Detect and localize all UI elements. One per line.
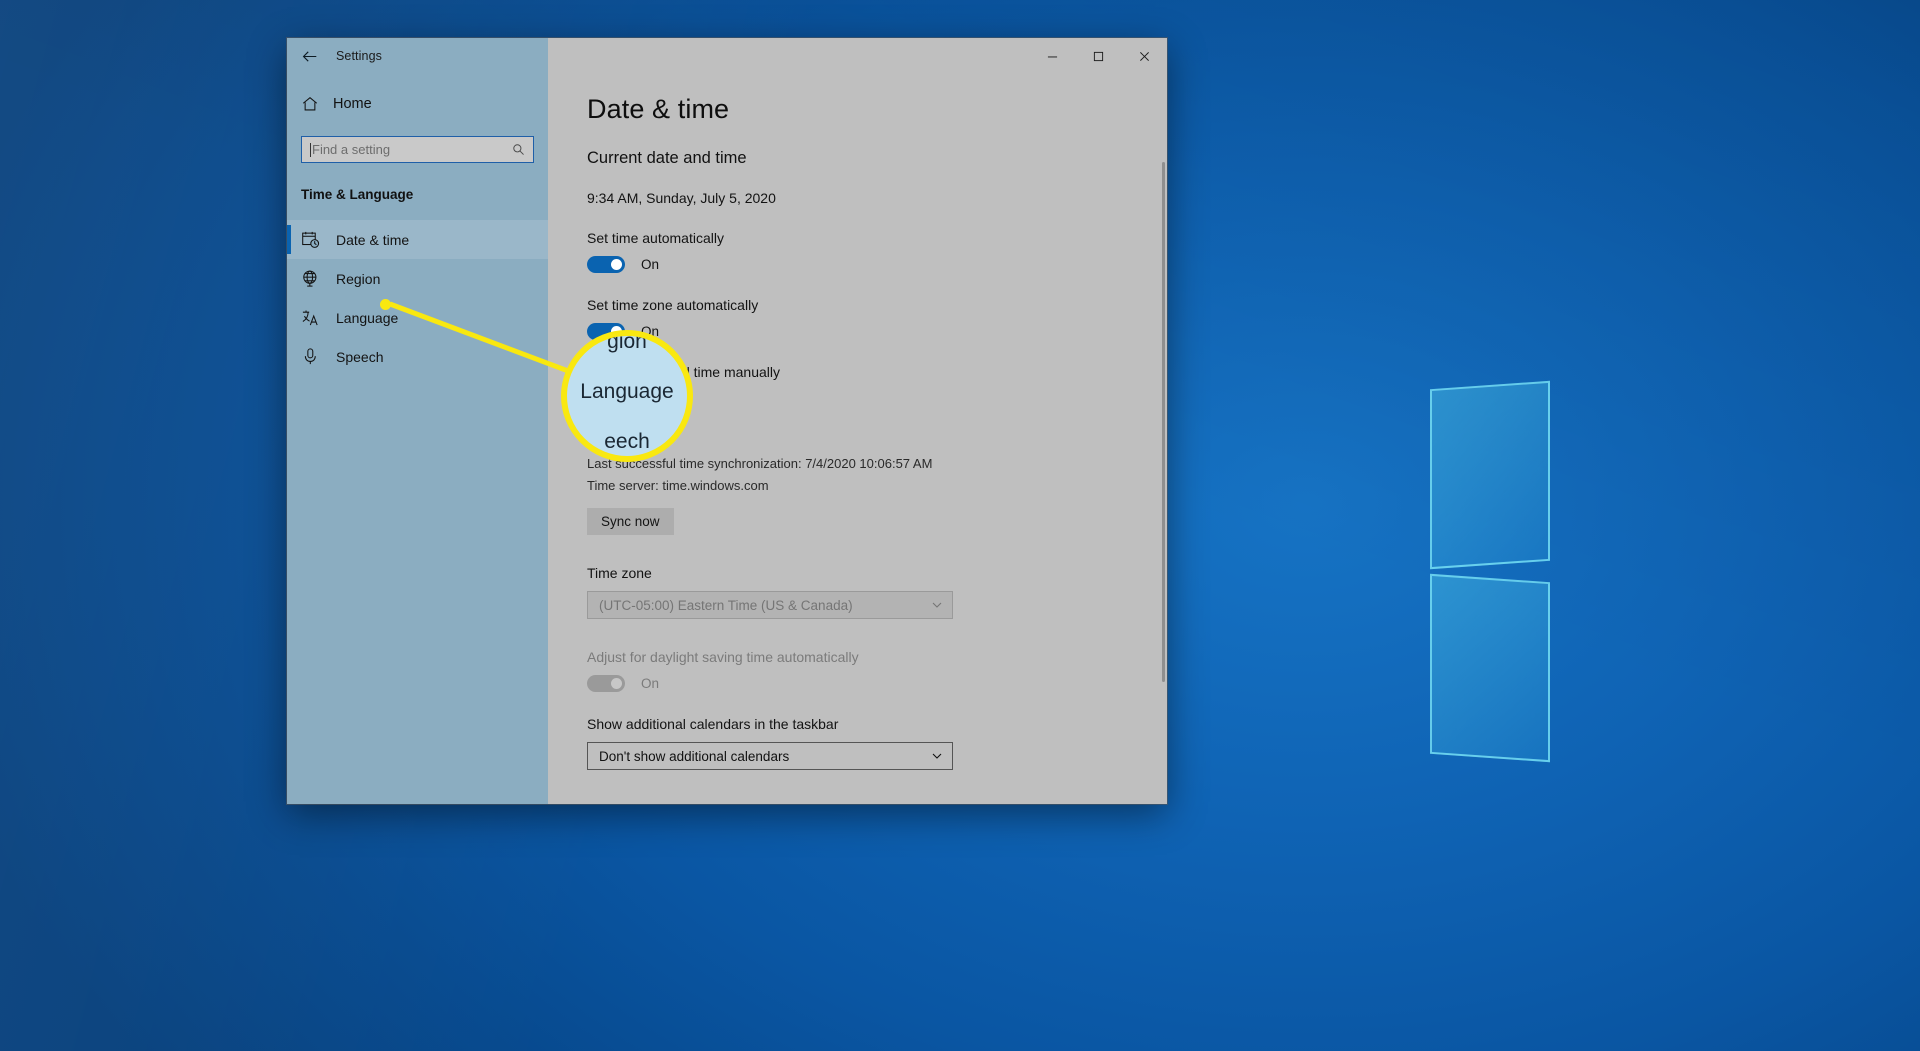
set-time-auto-row: On [587,256,1137,273]
home-icon [301,95,319,113]
sidebar-item-label: Language [336,309,399,326]
search-input[interactable]: Find a setting [301,136,534,163]
calendars-dropdown[interactable]: Don't show additional calendars [587,742,953,771]
page-title: Date & time [587,94,730,124]
sync-info-line1: Last successful time synchronization: 7/… [587,456,933,471]
sidebar-item-region[interactable]: Region [287,259,548,298]
daylight-toggle[interactable] [587,675,625,693]
calendars-label: Show additional calendars in the taskbar [587,716,839,733]
timezone-label: Time zone [587,565,652,582]
toggle-knob [611,678,622,690]
magnifier-content: gion Language eech [567,336,687,456]
logo-pane-top [1430,380,1550,570]
app-title: Settings [336,49,382,63]
sidebar-nav-list: Date & time Region Language Speech [287,220,548,376]
toggle-knob [611,259,622,270]
sidebar-item-date-time[interactable]: Date & time [287,220,548,259]
section-heading-current: Current date and time [587,149,747,167]
maximize-icon [1093,51,1103,61]
content-scrollbar[interactable] [1161,74,1167,804]
current-datetime-value: 9:34 AM, Sunday, July 5, 2020 [587,190,776,206]
magnified-text-below: eech [604,430,650,453]
chevron-down-icon [931,750,943,762]
back-arrow-icon [302,50,316,62]
sidebar-item-language[interactable]: Language [287,298,548,337]
sidebar: Home Find a setting Time & Language Date… [287,74,548,804]
window-titlebar: Settings [287,38,1167,74]
daylight-state: On [641,676,660,692]
maximize-button[interactable] [1075,38,1121,74]
search-placeholder: Find a setting [312,142,391,157]
sync-now-button[interactable]: Sync now [587,508,674,536]
sidebar-item-label: Region [336,270,381,287]
logo-pane-bottom [1430,573,1550,763]
callout-anchor-dot [380,299,391,310]
minimize-button[interactable] [1029,38,1075,74]
scrollbar-thumb[interactable] [1162,162,1165,682]
sidebar-home-label: Home [333,96,372,112]
settings-window: Settings Home Find a setting Time & Lang… [287,38,1167,804]
set-time-auto-label: Set time automatically [587,230,724,246]
search-icon[interactable] [507,143,529,156]
sync-info-line2: Time server: time.windows.com [587,478,769,494]
daylight-row: On [587,675,1137,693]
titlebar-left-region: Settings [287,38,548,74]
magnifier-circle: gion Language eech [561,330,693,462]
microphone-icon [301,347,320,366]
sidebar-item-label: Date & time [336,231,410,248]
magnified-label: Language [580,380,674,403]
chevron-down-icon [931,599,943,611]
desktop-wallpaper: Settings Home Find a setting Time & Lang… [0,0,1920,1051]
sidebar-item-label: Speech [336,348,384,365]
close-icon [1139,51,1149,61]
sidebar-category-title: Time & Language [301,187,414,202]
window-body: Home Find a setting Time & Language Date… [287,74,1167,804]
titlebar-right-region [548,38,1167,74]
timezone-value: (UTC-05:00) Eastern Time (US & Canada) [599,597,853,613]
search-container: Find a setting [287,124,548,163]
minimize-icon [1047,56,1057,57]
close-button[interactable] [1121,38,1167,74]
sidebar-item-speech[interactable]: Speech [287,337,548,376]
calendars-value: Don't show additional calendars [599,748,790,764]
set-time-auto-toggle[interactable] [587,256,625,273]
set-timezone-auto-label: Set time zone automatically [587,297,759,313]
language-icon [301,308,320,327]
set-time-auto-state: On [641,257,660,272]
calendar-clock-icon [301,230,320,249]
daylight-label: Adjust for daylight saving time automati… [587,649,859,666]
back-button[interactable] [287,38,331,74]
timezone-dropdown[interactable]: (UTC-05:00) Eastern Time (US & Canada) [587,591,953,620]
sidebar-item-home[interactable]: Home [287,84,548,124]
globe-icon [301,269,320,288]
text-caret [310,142,311,157]
